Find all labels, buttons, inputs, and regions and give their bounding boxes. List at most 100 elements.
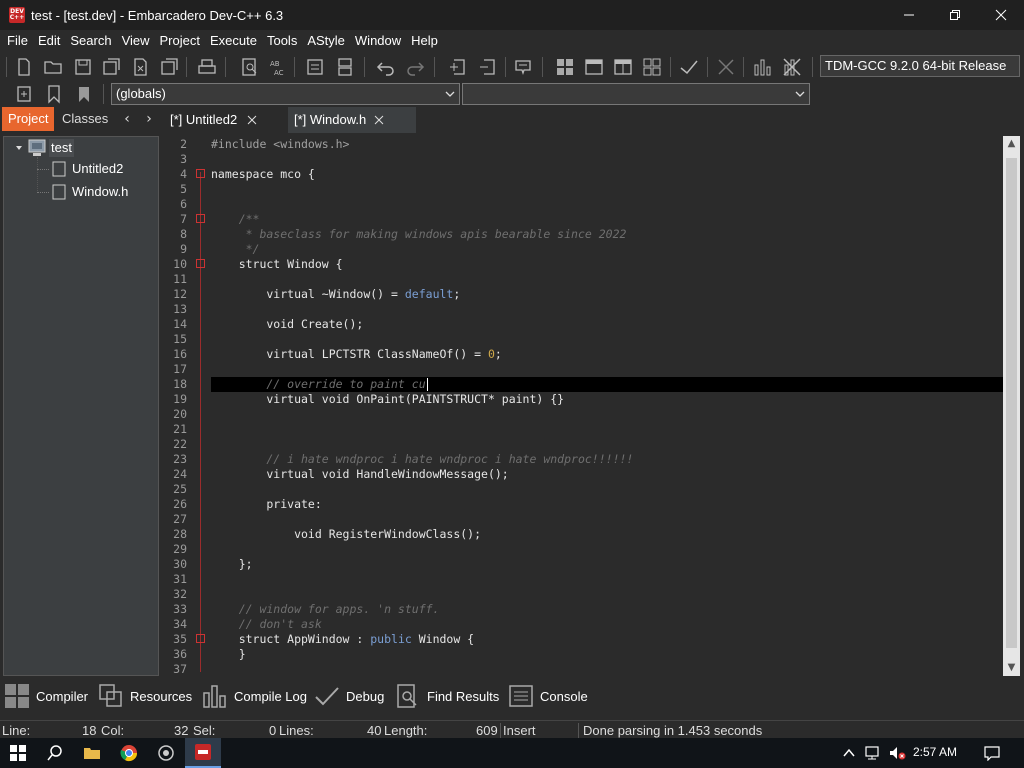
menu-search[interactable]: Search <box>65 30 116 52</box>
code-editor[interactable]: 2 3 4 5 6 7 8 9 10 11 12 13 14 15 16 17 18 19 20 21 22 23 24 25… <box>163 136 1003 676</box>
insert-button[interactable] <box>14 84 34 104</box>
run-button[interactable] <box>584 57 604 77</box>
tab-scroll-right-icon[interactable]: › <box>142 111 156 127</box>
menu-help[interactable]: Help <box>406 30 443 52</box>
fold-marker-icon[interactable] <box>196 214 205 223</box>
unindent-icon <box>338 58 352 76</box>
remove-from-project-button[interactable] <box>478 57 498 77</box>
close-icon[interactable] <box>246 114 258 126</box>
save-button[interactable] <box>73 57 93 77</box>
code-line: virtual void HandleWindowMessage(); <box>211 467 509 481</box>
tray-chevron-up-icon[interactable] <box>842 745 856 761</box>
find-button[interactable] <box>240 57 260 77</box>
notifications-icon[interactable] <box>983 745 1001 761</box>
tab-debug[interactable]: Debug <box>314 683 384 709</box>
line-number: 15 <box>173 332 187 346</box>
compiler-select[interactable]: TDM-GCC 9.2.0 64-bit Release <box>820 55 1020 77</box>
tab-console[interactable]: Console <box>508 683 588 709</box>
print-button[interactable] <box>197 57 217 77</box>
project-panel: test Untitled2 Window.h <box>3 136 159 676</box>
scrollbar-thumb[interactable] <box>1006 158 1017 648</box>
scope-combo[interactable]: (globals) <box>111 83 460 105</box>
volume-muted-icon[interactable] <box>888 745 906 761</box>
fold-marker-icon[interactable] <box>196 169 205 178</box>
taskbar-search-button[interactable] <box>37 738 73 768</box>
svg-text:AC: AC <box>274 69 284 77</box>
fold-marker-icon[interactable] <box>196 259 205 268</box>
menu-view[interactable]: View <box>117 30 155 52</box>
tab-resources[interactable]: Resources <box>98 683 192 709</box>
rebuild-button[interactable] <box>642 57 662 77</box>
menu-tools[interactable]: Tools <box>262 30 302 52</box>
fold-marker-icon[interactable] <box>196 634 205 643</box>
project-options-button[interactable] <box>513 57 533 77</box>
tab-find-results[interactable]: Find Results <box>395 683 499 709</box>
compile-run-button[interactable] <box>613 57 633 77</box>
menu-project[interactable]: Project <box>155 30 205 52</box>
line-number: 12 <box>173 287 187 301</box>
restore-button[interactable] <box>932 0 978 30</box>
line-number: 25 <box>173 482 187 496</box>
close-file-button[interactable] <box>131 57 151 77</box>
tab-compile-log[interactable]: Compile Log <box>202 683 307 709</box>
new-project-button[interactable] <box>448 57 468 77</box>
tree-file-window-h[interactable]: Window.h <box>72 183 128 201</box>
minimize-button[interactable] <box>886 0 932 30</box>
menu-file[interactable]: File <box>2 30 33 52</box>
start-button[interactable] <box>0 738 36 768</box>
editor-vertical-scrollbar[interactable]: ▲ ▼ <box>1003 136 1020 676</box>
menu-edit[interactable]: Edit <box>33 30 65 52</box>
tab-classes[interactable]: Classes <box>56 107 114 131</box>
close-button[interactable] <box>978 0 1024 30</box>
toggle-bookmark-button[interactable] <box>44 84 64 104</box>
window-controls <box>886 0 1024 30</box>
code-area[interactable]: #include <windows.h> namespace mco { /** … <box>211 136 1003 676</box>
toolbar-grip <box>6 57 7 77</box>
window-title: test - [test.dev] - Embarcadero Dev-C++ … <box>31 7 284 23</box>
taskbar-devcpp[interactable] <box>185 738 221 768</box>
close-icon[interactable] <box>373 114 385 126</box>
new-file-button[interactable] <box>14 57 34 77</box>
goto-bookmark-button[interactable] <box>73 84 93 104</box>
status-length-value: 609 <box>476 723 498 738</box>
menu-execute[interactable]: Execute <box>205 30 262 52</box>
tab-project[interactable]: Project <box>2 107 55 131</box>
profile-button[interactable] <box>752 57 772 77</box>
doc-tab-window-h[interactable]: [*] Window.h <box>288 107 416 133</box>
undo-button[interactable] <box>376 57 396 77</box>
menu-astyle[interactable]: AStyle <box>302 30 350 52</box>
delete-profile-button[interactable] <box>782 57 802 77</box>
unindent-button[interactable] <box>335 57 355 77</box>
redo-button[interactable] <box>405 57 425 77</box>
function-combo[interactable] <box>462 83 810 105</box>
status-separator <box>500 723 501 739</box>
taskbar-file-explorer[interactable] <box>74 738 110 768</box>
tab-scroll-left-icon[interactable]: ‹ <box>120 111 134 127</box>
devcpp-icon <box>195 744 211 760</box>
line-number: 17 <box>173 362 187 376</box>
network-icon[interactable] <box>864 745 882 761</box>
open-button[interactable] <box>43 57 63 77</box>
scroll-up-icon[interactable]: ▲ <box>1003 136 1020 152</box>
tree-file-untitled2[interactable]: Untitled2 <box>72 160 123 178</box>
save-all-button[interactable] <box>102 57 122 77</box>
taskbar-app[interactable] <box>148 738 184 768</box>
line-number: 19 <box>173 392 187 406</box>
tree-collapse-icon[interactable] <box>14 143 24 153</box>
minimize-icon <box>904 14 914 16</box>
syntax-check-button[interactable] <box>679 57 699 77</box>
compile-button[interactable] <box>555 57 575 77</box>
stop-button[interactable] <box>716 57 736 77</box>
replace-button[interactable]: AB AC <box>268 57 288 77</box>
close-all-button[interactable] <box>160 57 180 77</box>
line-number: 4 <box>180 167 187 181</box>
tree-root-project[interactable]: test <box>49 139 74 157</box>
file-icon <box>52 184 66 200</box>
doc-tab-untitled2[interactable]: [*] Untitled2 <box>164 107 284 133</box>
scroll-down-icon[interactable]: ▼ <box>1003 660 1020 676</box>
taskbar-chrome[interactable] <box>111 738 147 768</box>
taskbar-clock[interactable]: 2:57 AM <box>913 745 957 759</box>
indent-button[interactable] <box>305 57 325 77</box>
tab-compiler[interactable]: Compiler <box>4 683 88 709</box>
menu-window[interactable]: Window <box>350 30 406 52</box>
